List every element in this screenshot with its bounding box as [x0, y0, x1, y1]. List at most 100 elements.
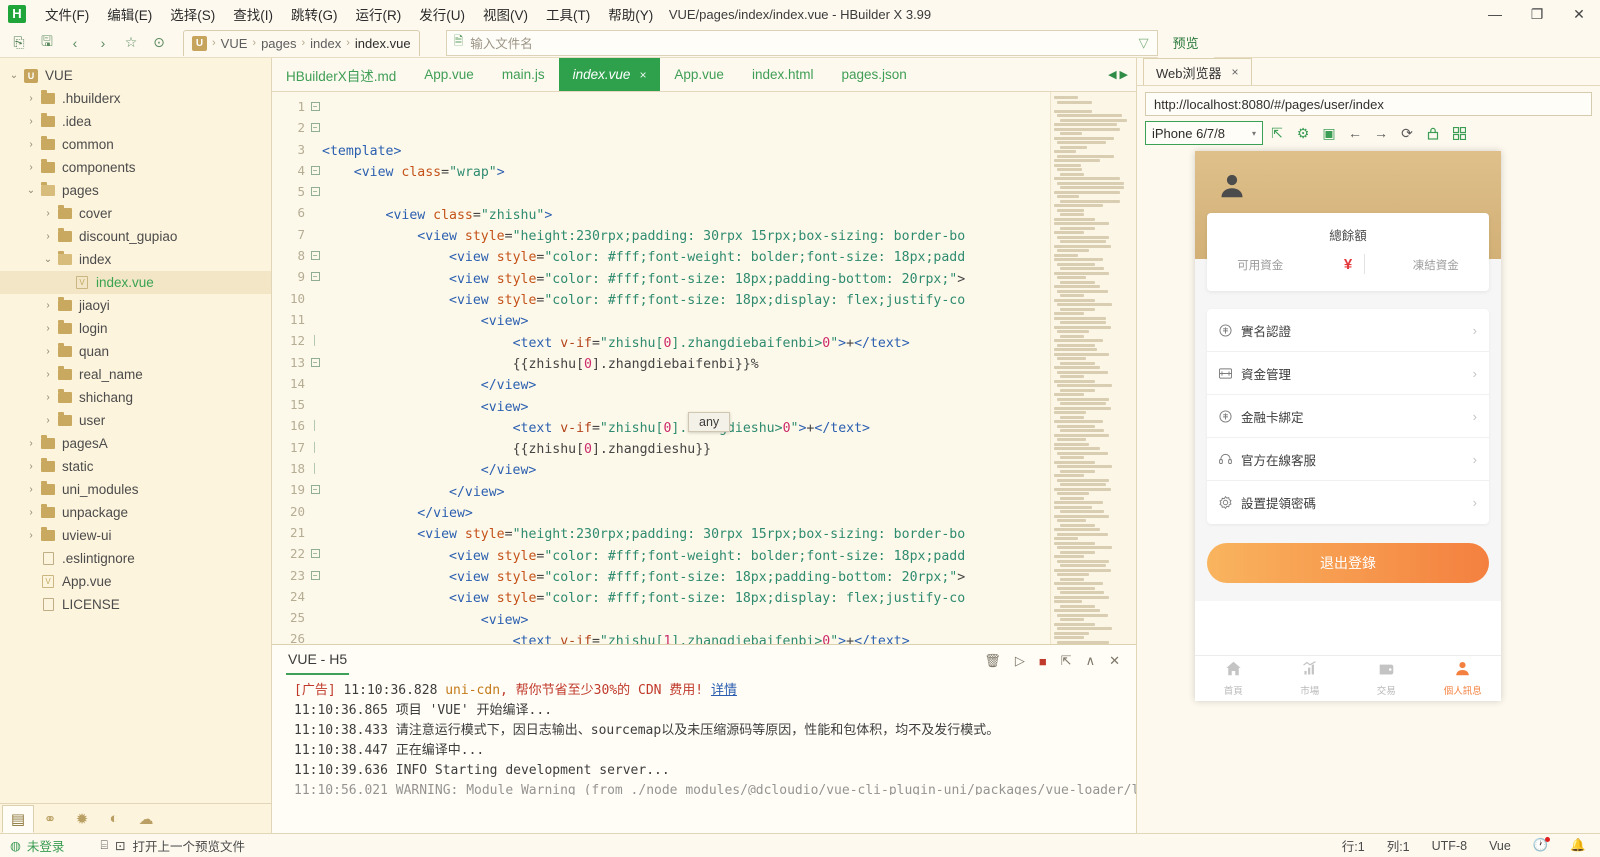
- tree-row[interactable]: ›real_name: [0, 363, 271, 386]
- menu-publish[interactable]: 发行(U): [410, 1, 474, 27]
- popout-icon[interactable]: ⇱: [1265, 121, 1289, 145]
- run-icon[interactable]: ⊙: [146, 31, 172, 55]
- console-tab-vue-h5[interactable]: VUE - H5: [286, 648, 349, 675]
- phone-preview[interactable]: 總餘額 可用資金 ¥ 凍結資金 實名認證›資金管理›金融卡綁定›官方在線客服›設…: [1195, 151, 1501, 701]
- tree-row[interactable]: ›uni_modules: [0, 478, 271, 501]
- login-status[interactable]: 未登录: [27, 836, 65, 855]
- fold-toggle-icon[interactable]: −: [308, 160, 322, 181]
- tree-row[interactable]: ⌄pages: [0, 179, 271, 202]
- tree-row[interactable]: ›uview-ui: [0, 524, 271, 547]
- tree-row[interactable]: ›cover: [0, 202, 271, 225]
- fold-toggle-icon[interactable]: −: [308, 352, 322, 373]
- menu-find[interactable]: 查找(I): [224, 1, 282, 27]
- tab-scroll-prev-icon[interactable]: ◀: [1108, 68, 1116, 81]
- menu-view[interactable]: 视图(V): [474, 1, 537, 27]
- close-icon[interactable]: ✕: [1109, 653, 1120, 669]
- back-icon[interactable]: ←: [1343, 121, 1367, 145]
- tree-row[interactable]: ›shichang: [0, 386, 271, 409]
- phone-tab-profile[interactable]: 個人訊息: [1425, 660, 1502, 697]
- run-icon[interactable]: ▷: [1015, 653, 1025, 669]
- phone-menu-item[interactable]: 設置提領密碼›: [1207, 481, 1489, 524]
- star-icon[interactable]: ☆: [118, 31, 144, 55]
- chevron-right-icon[interactable]: ›: [40, 300, 56, 311]
- tree-row[interactable]: ›.hbuilderx: [0, 87, 271, 110]
- code-minimap[interactable]: [1050, 92, 1136, 644]
- chevron-right-icon[interactable]: ›: [40, 369, 56, 380]
- chevron-right-icon[interactable]: ›: [40, 208, 56, 219]
- preview-button[interactable]: 预览: [1158, 28, 1214, 58]
- file-find-input[interactable]: 🗎 输入文件名 ▽: [446, 30, 1158, 56]
- chevron-right-icon[interactable]: ›: [23, 93, 39, 104]
- chevron-down-icon[interactable]: ⌄: [40, 254, 56, 265]
- tree-row[interactable]: ›pagesA: [0, 432, 271, 455]
- search-binoculars-icon[interactable]: ⚭: [34, 805, 66, 833]
- tab-scroll-next-icon[interactable]: ▶: [1120, 68, 1128, 81]
- close-icon[interactable]: ×: [1232, 65, 1239, 79]
- tree-row[interactable]: ›jiaoyi: [0, 294, 271, 317]
- chevron-right-icon[interactable]: ›: [23, 438, 39, 449]
- phone-menu-item[interactable]: 資金管理›: [1207, 352, 1489, 395]
- chevron-right-icon[interactable]: ›: [23, 139, 39, 150]
- tree-row[interactable]: ›user: [0, 409, 271, 432]
- logout-button[interactable]: 退出登錄: [1207, 543, 1489, 583]
- phone-tab-home[interactable]: 首頁: [1195, 660, 1272, 697]
- close-icon[interactable]: ×: [639, 68, 646, 82]
- phone-menu-list[interactable]: 實名認證›資金管理›金融卡綁定›官方在線客服›設置提領密碼›: [1207, 309, 1489, 524]
- menu-edit[interactable]: 编辑(E): [98, 1, 161, 27]
- breadcrumb-item-vue[interactable]: VUE: [221, 36, 248, 51]
- preview-file-icon[interactable]: ⊡: [115, 838, 125, 853]
- fold-toggle-icon[interactable]: −: [308, 245, 322, 266]
- menu-select[interactable]: 选择(S): [161, 1, 224, 27]
- fold-toggle-icon[interactable]: −: [308, 266, 322, 287]
- tree-row[interactable]: ⌄index: [0, 248, 271, 271]
- chevron-down-icon[interactable]: ⌄: [23, 185, 39, 196]
- phone-tab-bar[interactable]: 首頁市場交易個人訊息: [1195, 655, 1501, 701]
- chevron-right-icon[interactable]: ›: [40, 323, 56, 334]
- editor-tab[interactable]: HBuilderX自述.md: [272, 58, 410, 91]
- menu-goto[interactable]: 跳转(G): [282, 1, 347, 27]
- minimize-button[interactable]: —: [1474, 0, 1516, 28]
- tab-web-browser[interactable]: Web浏览器 ×: [1143, 58, 1252, 85]
- phone-tab-market[interactable]: 市場: [1272, 660, 1349, 697]
- fold-toggle-icon[interactable]: −: [308, 117, 322, 138]
- breadcrumb-item-file[interactable]: index.vue: [355, 36, 411, 51]
- log-link[interactable]: 详情: [711, 683, 737, 698]
- history-icon[interactable]: 🕐: [1533, 838, 1549, 853]
- chevron-right-icon[interactable]: ›: [23, 461, 39, 472]
- device-select[interactable]: iPhone 6/7/8 ▾: [1145, 121, 1263, 145]
- new-file-icon[interactable]: ⎘: [6, 31, 32, 55]
- fold-toggle-icon[interactable]: −: [308, 565, 322, 586]
- tree-row[interactable]: ›discount_gupiao: [0, 225, 271, 248]
- menu-help[interactable]: 帮助(Y): [599, 1, 662, 27]
- tree-row[interactable]: ›quan: [0, 340, 271, 363]
- tree-row[interactable]: ›common: [0, 133, 271, 156]
- chevron-right-icon[interactable]: ›: [40, 392, 56, 403]
- open-external-icon[interactable]: ⇱: [1061, 653, 1072, 669]
- fold-toggle-icon[interactable]: −: [308, 479, 322, 500]
- list-icon[interactable]: ⌸: [100, 838, 108, 853]
- chevron-right-icon[interactable]: ›: [23, 484, 39, 495]
- menu-tools[interactable]: 工具(T): [537, 1, 599, 27]
- chevron-right-icon[interactable]: ›: [23, 507, 39, 518]
- tree-row[interactable]: ›components: [0, 156, 271, 179]
- chevron-right-icon[interactable]: ›: [23, 116, 39, 127]
- phone-tab-trade[interactable]: 交易: [1348, 660, 1425, 697]
- bell-icon[interactable]: 🔔: [1570, 838, 1586, 853]
- clear-icon[interactable]: 🗑: [984, 653, 1001, 669]
- chevron-right-icon[interactable]: ›: [40, 346, 56, 357]
- preview-file-text[interactable]: 打开上一个预览文件: [132, 836, 245, 855]
- fold-toggle-icon[interactable]: −: [308, 181, 322, 202]
- chevron-right-icon[interactable]: ›: [40, 231, 56, 242]
- debug-bug-icon[interactable]: ✹: [66, 805, 98, 833]
- settings-gear-icon[interactable]: ⚙: [1291, 121, 1315, 145]
- file-tree[interactable]: ⌄UVUE›.hbuilderx›.idea›common›components…: [0, 58, 271, 803]
- editor-tab[interactable]: index.vue×: [559, 58, 661, 91]
- menu-run[interactable]: 运行(R): [347, 1, 411, 27]
- fold-toggle-icon[interactable]: −: [308, 96, 322, 117]
- code-content[interactable]: any <template> <view class="wrap"> <view…: [322, 92, 1050, 644]
- url-bar[interactable]: http://localhost:8080/#/pages/user/index: [1145, 92, 1592, 116]
- terminal-icon[interactable]: ◐: [98, 805, 130, 833]
- breadcrumb-item-index[interactable]: index: [310, 36, 341, 51]
- filter-icon[interactable]: ▽: [1139, 35, 1149, 51]
- editor-tab[interactable]: pages.json: [827, 58, 920, 91]
